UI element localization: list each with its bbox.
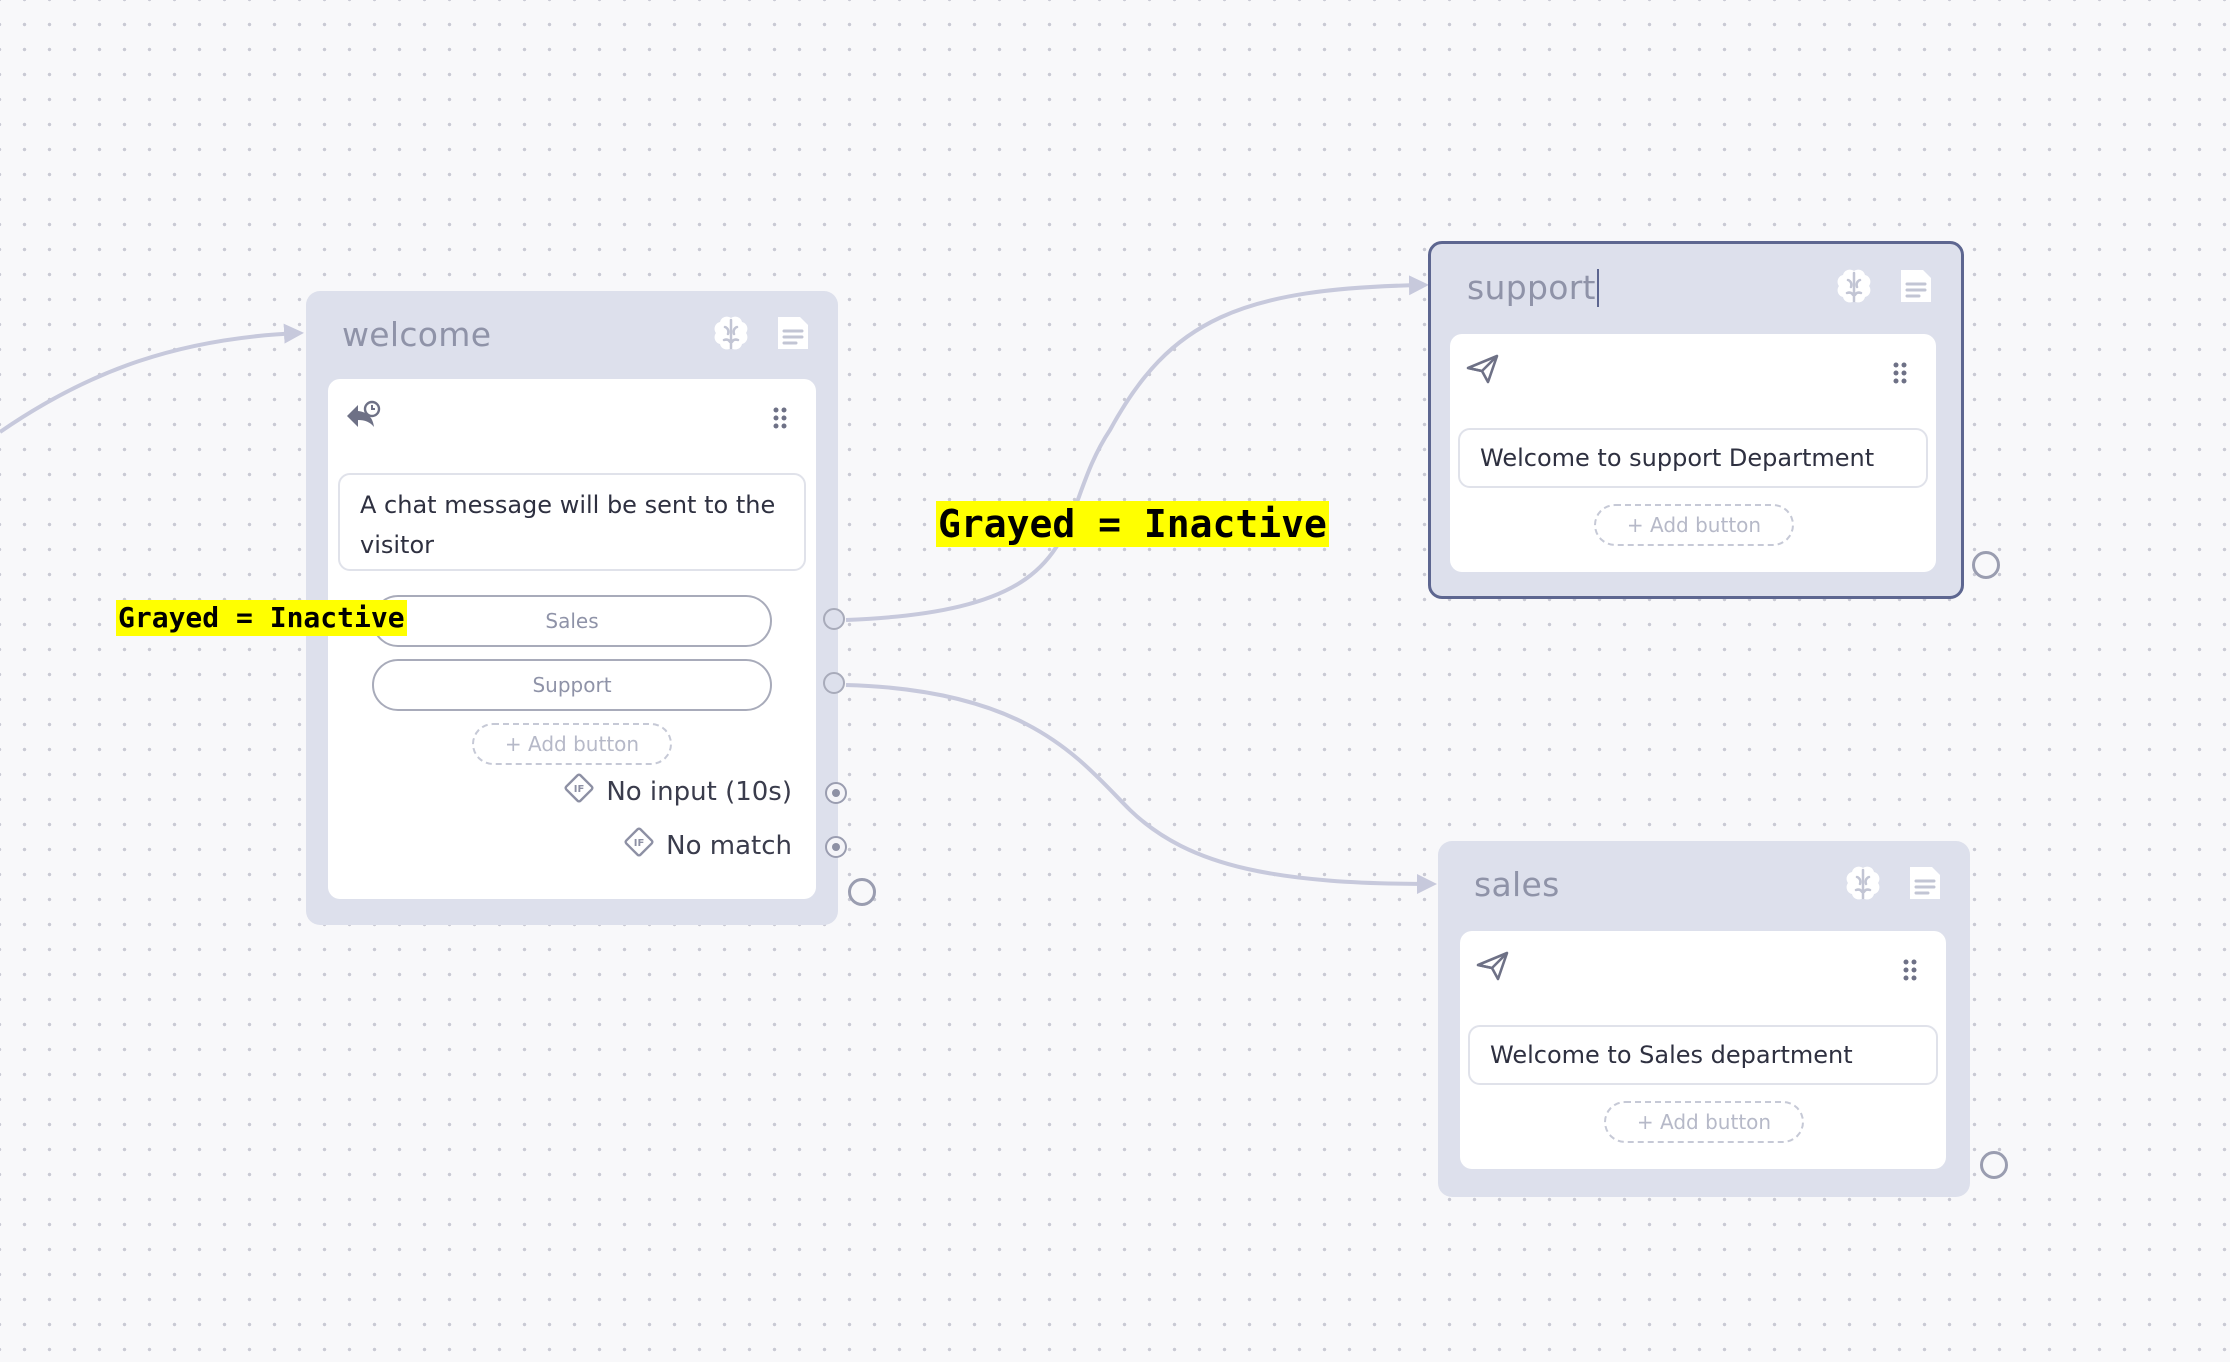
node-support[interactable]: support Welcome to support Department + …: [1428, 241, 1964, 599]
condition-label: No input (10s): [606, 776, 792, 807]
document-icon[interactable]: [774, 313, 812, 355]
document-icon[interactable]: [1906, 863, 1944, 905]
node-title[interactable]: welcome: [342, 315, 491, 354]
condition-no-match[interactable]: IF No match: [622, 825, 792, 866]
wire-support-button-to-sales: [845, 683, 1437, 894]
if-diamond-icon: IF: [562, 771, 596, 812]
button-sales[interactable]: Sales: [372, 595, 772, 647]
svg-text:IF: IF: [574, 784, 585, 795]
port-support-button[interactable]: [823, 672, 845, 694]
add-button[interactable]: + Add button: [472, 723, 672, 765]
port-sales-output[interactable]: [1980, 1151, 2008, 1179]
add-button[interactable]: + Add button: [1604, 1101, 1804, 1143]
button-support[interactable]: Support: [372, 659, 772, 711]
port-no-input[interactable]: [825, 782, 847, 804]
condition-no-input[interactable]: IF No input (10s): [562, 771, 792, 812]
drag-handle-icon[interactable]: [1892, 362, 1908, 389]
reply-clock-icon: [344, 399, 382, 438]
message-text-field[interactable]: Welcome to support Department: [1458, 428, 1928, 488]
paper-plane-icon: [1476, 951, 1510, 986]
if-diamond-icon: IF: [622, 825, 656, 866]
paper-plane-icon: [1466, 354, 1500, 389]
node-sales[interactable]: sales Welcome to Sales department + Add …: [1438, 841, 1970, 1197]
drag-handle-icon[interactable]: [772, 407, 788, 434]
annotation-center: Grayed = Inactive: [936, 501, 1329, 547]
svg-text:IF: IF: [634, 838, 645, 849]
port-sales-button[interactable]: [823, 608, 845, 630]
brain-icon[interactable]: [1833, 266, 1875, 308]
port-welcome-output[interactable]: [848, 878, 876, 906]
wire-sales-button-to-support: [845, 275, 1429, 622]
port-no-match[interactable]: [825, 836, 847, 858]
flow-canvas[interactable]: welcome A chat message will be sent to t…: [0, 0, 2230, 1362]
welcome-message-card[interactable]: A chat message will be sent to the visit…: [328, 379, 816, 899]
add-button[interactable]: + Add button: [1594, 504, 1794, 546]
text-cursor: [1596, 269, 1599, 307]
wire-incoming-welcome: [0, 323, 304, 434]
node-title[interactable]: sales: [1474, 865, 1560, 904]
message-text-field[interactable]: A chat message will be sent to the visit…: [338, 473, 806, 571]
node-title[interactable]: support: [1467, 268, 1599, 307]
brain-icon[interactable]: [710, 313, 752, 355]
drag-handle-icon[interactable]: [1902, 959, 1918, 986]
brain-icon[interactable]: [1842, 863, 1884, 905]
message-text-field[interactable]: Welcome to Sales department: [1468, 1025, 1938, 1085]
document-icon[interactable]: [1897, 266, 1935, 308]
condition-label: No match: [666, 830, 792, 861]
port-support-output[interactable]: [1972, 551, 2000, 579]
support-message-card[interactable]: Welcome to support Department + Add butt…: [1450, 334, 1936, 572]
annotation-left: Grayed = Inactive: [116, 600, 407, 636]
sales-message-card[interactable]: Welcome to Sales department + Add button: [1460, 931, 1946, 1169]
